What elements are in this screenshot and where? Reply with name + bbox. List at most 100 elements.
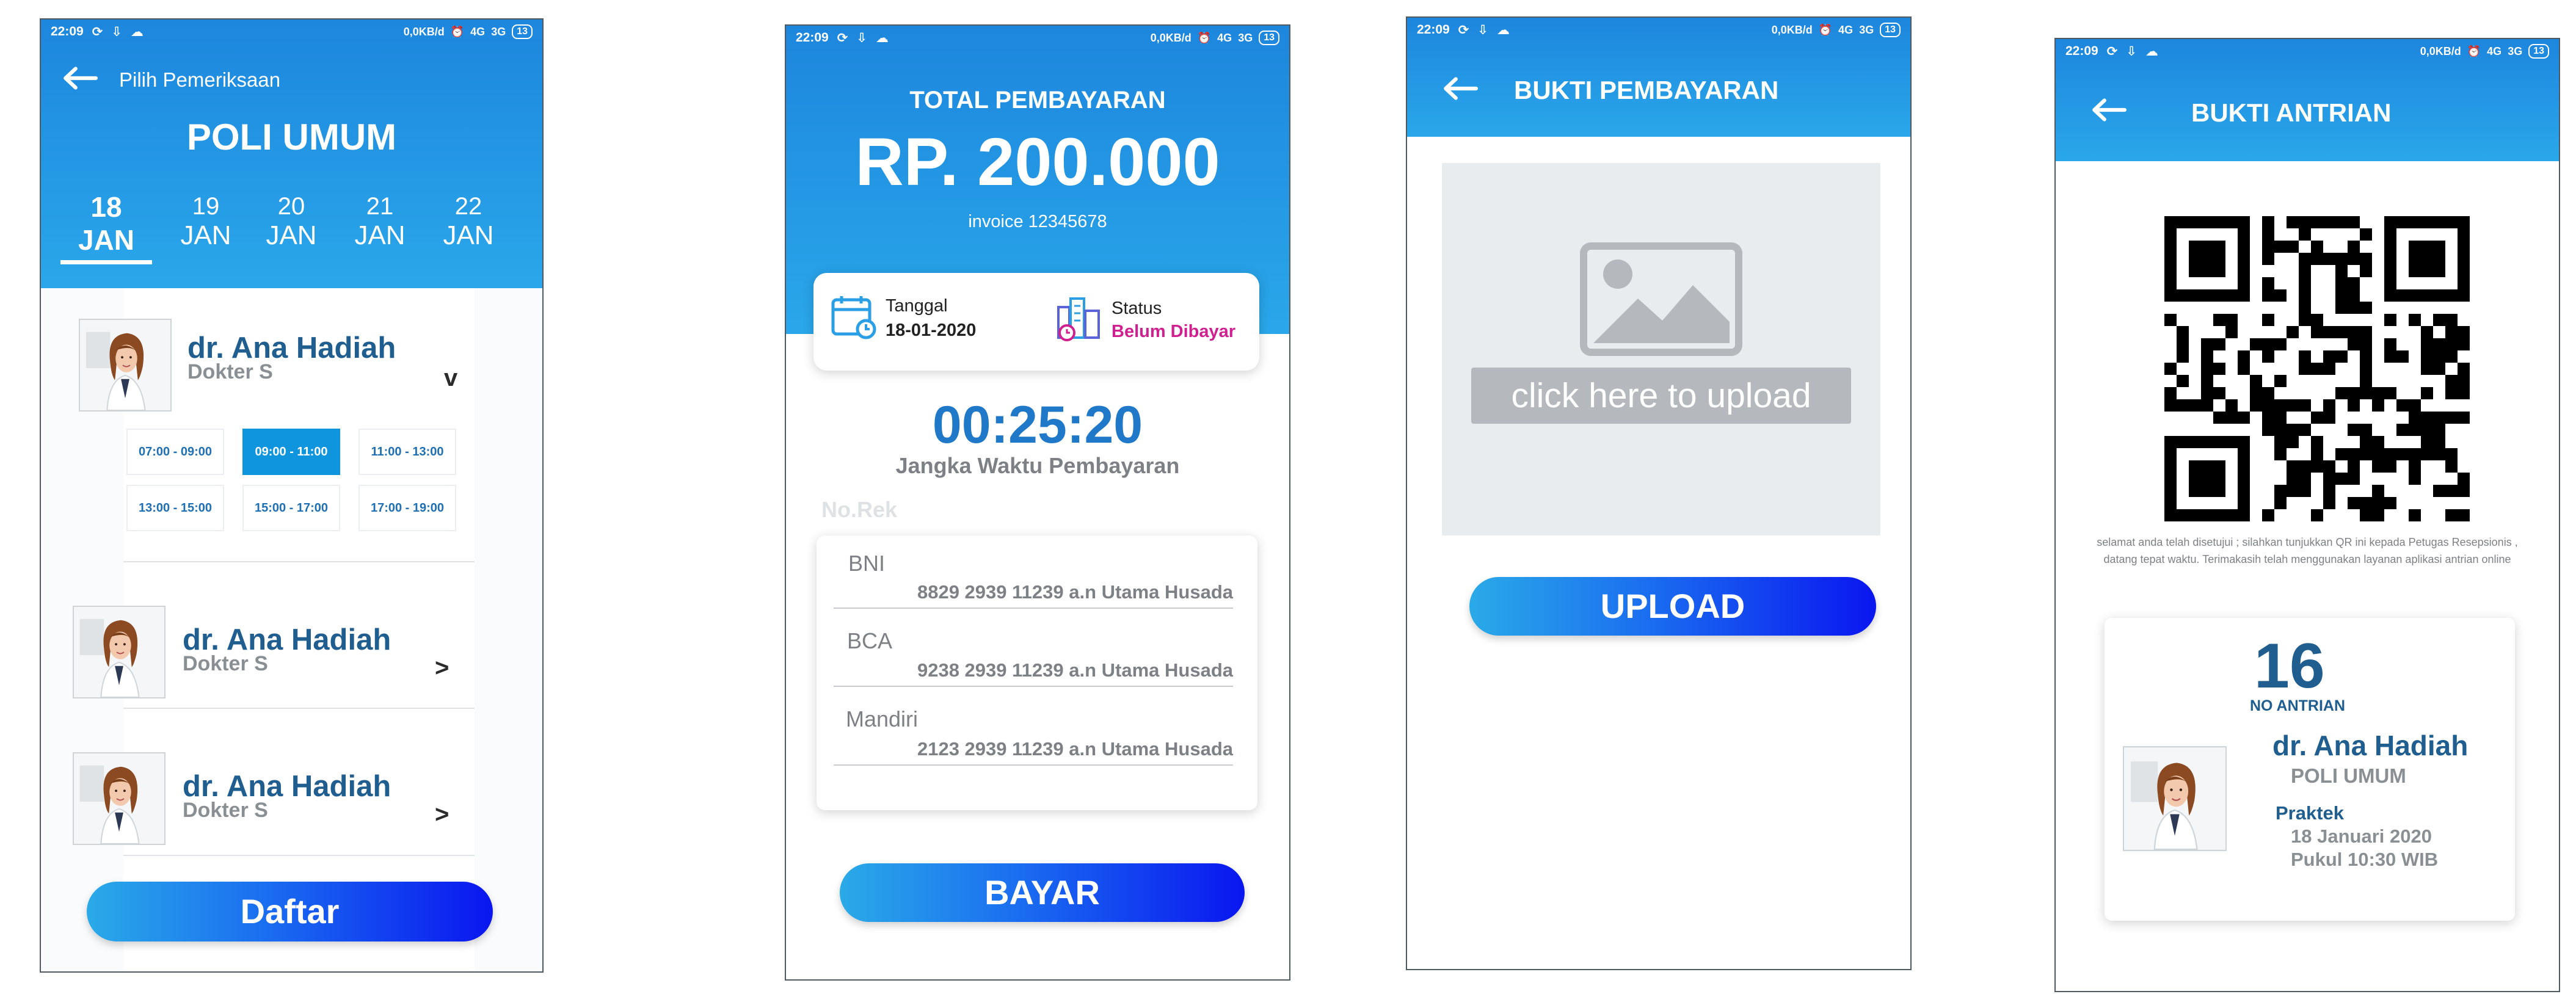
date-month: JAN — [180, 220, 231, 250]
download-icon: ⇩ — [1477, 23, 1488, 37]
doctor-photo — [73, 606, 166, 698]
praktek-date: 18 Januari 2020 — [2291, 825, 2432, 847]
status-time: 22:09 — [51, 24, 84, 38]
collapse-chevron-icon[interactable]: v — [444, 365, 457, 392]
status-net2: 3G — [2508, 45, 2523, 57]
norek-label: No.Rek — [821, 497, 898, 522]
upload-button[interactable]: UPLOAD — [1469, 577, 1876, 636]
battery-icon: 13 — [512, 24, 533, 39]
status-net2: 3G — [491, 25, 506, 38]
status-bar: 22:09 ⟳ ⇩ ☁ 0,0KB/d ⏰ 4G 3G 13 — [786, 26, 1289, 50]
status-net1: 4G — [1217, 31, 1232, 44]
back-arrow-icon[interactable] — [2089, 97, 2127, 123]
date-tab-19[interactable]: 19 JAN — [172, 193, 239, 251]
page-title: BUKTI PEMBAYARAN — [1514, 76, 1779, 104]
praktek-label: Praktek — [2276, 802, 2345, 824]
status-net1: 4G — [1838, 23, 1854, 36]
upload-area[interactable]: click here to upload — [1442, 163, 1880, 535]
date-day: 19 — [192, 193, 220, 220]
bayar-button[interactable]: BAYAR — [840, 863, 1245, 922]
doctor-title: Dokter S — [183, 652, 268, 675]
date-day: 20 — [277, 193, 305, 220]
doctor-photo — [79, 319, 172, 412]
calendar-icon — [831, 296, 876, 339]
date-tab-18[interactable]: 18 JAN — [60, 190, 152, 264]
countdown-timer: 00:25:20 — [932, 396, 1143, 454]
status-value: Belum Dibayar — [1112, 322, 1236, 341]
alarm-icon: ⏰ — [2467, 45, 2481, 57]
sync-icon: ⟳ — [837, 31, 848, 45]
battery-icon: 13 — [1880, 23, 1901, 37]
status-bar: 22:09 ⟳ ⇩ ☁ 0,0KB/d ⏰ 4G 3G 13 — [1407, 18, 1910, 42]
divider — [834, 686, 1233, 687]
divider — [834, 608, 1233, 609]
payment-info-card: Tanggal 18-01-2020 Status Belum Dibayar — [813, 273, 1259, 371]
account-number: 9238 2939 11239 a.n Utama Husada — [917, 659, 1233, 681]
expand-chevron-icon[interactable]: > — [435, 801, 449, 829]
back-label[interactable]: Pilih Pemeriksaan — [119, 68, 280, 92]
bank-name: BNI — [848, 551, 886, 576]
account-number: 8829 2939 11239 a.n Utama Husada — [917, 581, 1233, 603]
message-line-1: selamat anda telah disetujui ; silahkan … — [2097, 536, 2518, 548]
status-net1: 4G — [470, 25, 486, 38]
praktek-time: Pukul 10:30 WIB — [2291, 849, 2439, 870]
divider — [834, 764, 1233, 766]
doctor-card-expanded[interactable]: dr. Ana Hadiah Dokter S v 07:00 - 09:00 … — [41, 288, 542, 581]
date-label: Tanggal — [886, 296, 948, 316]
page-title: BUKTI ANTRIAN — [2191, 98, 2392, 127]
status-label: Status — [1112, 299, 1162, 318]
divider — [123, 708, 475, 709]
bank-name: BCA — [847, 628, 893, 653]
upload-hint[interactable]: click here to upload — [1471, 368, 1851, 424]
screen-bukti-antrian: 22:09 ⟳ ⇩ ☁ 0,0KB/d ⏰ 4G 3G 13 BUKTI ANT… — [2054, 38, 2560, 992]
poli-name: POLI UMUM — [2291, 764, 2406, 787]
date-day: 18 — [90, 191, 122, 223]
expand-chevron-icon[interactable]: > — [435, 655, 449, 682]
date-tab-20[interactable]: 20 JAN — [258, 193, 325, 251]
status-net1: 4G — [2487, 45, 2502, 57]
qr-code — [2164, 216, 2470, 521]
status-speed: 0,0KB/d — [1150, 31, 1192, 44]
payment-amount: RP. 200.000 — [855, 125, 1220, 200]
doctor-card[interactable]: dr. Ana Hadiah Dokter S > — [41, 563, 542, 709]
battery-icon: 13 — [1259, 31, 1279, 45]
daftar-button[interactable]: Daftar — [87, 882, 493, 941]
date-month: JAN — [354, 220, 406, 250]
sync-icon: ⟳ — [92, 24, 103, 39]
doctor-card[interactable]: dr. Ana Hadiah Dokter S > — [41, 709, 542, 856]
doctor-name: dr. Ana Hadiah — [2272, 730, 2469, 761]
date-tab-21[interactable]: 21 JAN — [346, 193, 413, 251]
status-bar: 22:09 ⟳ ⇩ ☁ 0,0KB/d ⏰ 4G 3G 13 — [2056, 39, 2559, 63]
divider — [123, 561, 475, 562]
time-slot[interactable]: 13:00 - 15:00 — [126, 485, 224, 531]
time-slot[interactable]: 15:00 - 17:00 — [242, 485, 340, 531]
battery-icon: 13 — [2528, 44, 2549, 59]
date-month: JAN — [443, 220, 494, 250]
status-speed: 0,0KB/d — [403, 25, 445, 38]
queue-ticket-card: 16 NO ANTRIAN dr. Ana Hadiah POLI UMUM P… — [2105, 618, 2515, 921]
time-slot[interactable]: 11:00 - 13:00 — [358, 429, 456, 475]
cloud-icon: ☁ — [1496, 23, 1510, 37]
date-tab-22[interactable]: 22 JAN — [435, 193, 502, 251]
time-slot[interactable]: 17:00 - 19:00 — [358, 485, 456, 531]
sync-icon: ⟳ — [1458, 23, 1469, 37]
back-arrow-icon[interactable] — [60, 65, 98, 91]
cloud-icon: ☁ — [130, 24, 144, 39]
date-month: JAN — [266, 220, 317, 250]
screen-bukti-pembayaran: 22:09 ⟳ ⇩ ☁ 0,0KB/d ⏰ 4G 3G 13 BUKTI PEM… — [1406, 16, 1912, 970]
download-icon: ⇩ — [2126, 44, 2137, 59]
bank-accounts-card: BNI 8829 2939 11239 a.n Utama Husada BCA… — [817, 535, 1257, 810]
back-arrow-icon[interactable] — [1441, 76, 1479, 101]
payment-title: TOTAL PEMBAYARAN — [909, 87, 1166, 114]
status-net2: 3G — [1859, 23, 1874, 36]
alarm-icon: ⏰ — [1818, 23, 1833, 36]
page-title: POLI UMUM — [186, 117, 397, 158]
download-icon: ⇩ — [856, 31, 867, 45]
doctor-photo — [73, 752, 166, 845]
time-slot-selected[interactable]: 09:00 - 11:00 — [242, 429, 340, 475]
sync-icon: ⟳ — [2106, 44, 2118, 59]
doctor-title: Dokter S — [183, 799, 268, 822]
status-speed: 0,0KB/d — [1771, 23, 1813, 36]
date-day: 22 — [454, 193, 482, 220]
time-slot[interactable]: 07:00 - 09:00 — [126, 429, 224, 475]
